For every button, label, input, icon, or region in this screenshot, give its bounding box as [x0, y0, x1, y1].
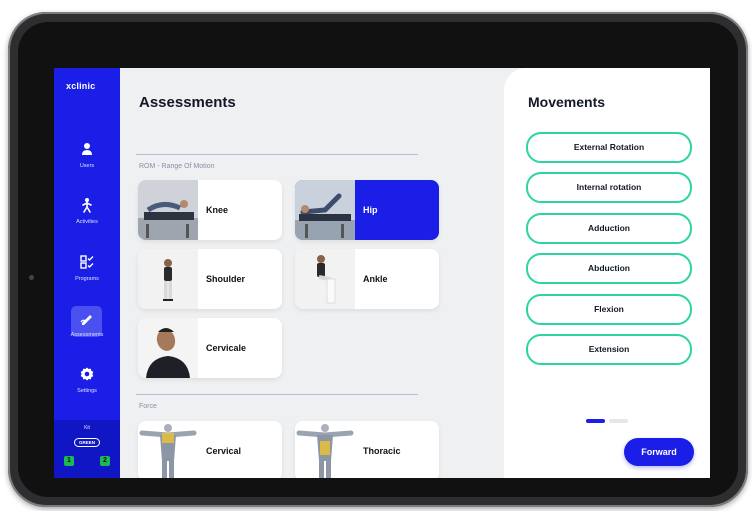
forward-button[interactable]: Forward: [624, 438, 694, 466]
movement-internal-rotation[interactable]: Internal rotation: [526, 172, 692, 203]
gear-icon: [80, 367, 94, 381]
brand-logo: xclinic: [66, 81, 96, 91]
section-title-rom: ROM - Range Of Motion: [139, 163, 215, 170]
card-label: Knee: [206, 205, 229, 215]
card-hip[interactable]: Hip: [295, 180, 439, 240]
movement-extension[interactable]: Extension: [526, 334, 692, 365]
page-indicator-active[interactable]: [586, 419, 605, 423]
sidebar-item-label: Users: [79, 163, 95, 169]
kit-device-2[interactable]: 2: [100, 456, 110, 466]
cervical-thumbnail: [138, 421, 198, 478]
movement-adduction[interactable]: Adduction: [526, 213, 692, 244]
app-screen: xclinic Users Activities Programs Assess…: [54, 68, 710, 478]
assessments-icon: [80, 315, 92, 325]
movement-external-rotation[interactable]: External Rotation: [526, 132, 692, 163]
movement-flexion[interactable]: Flexion: [526, 294, 692, 325]
kit-title: Kit: [84, 425, 90, 431]
sidebar-item-settings[interactable]: Settings: [54, 366, 120, 416]
tablet-frame: xclinic Users Activities Programs Assess…: [8, 12, 748, 507]
thoracic-thumbnail: [295, 421, 355, 478]
sidebar-item-activities[interactable]: Activities: [54, 197, 120, 247]
card-label: Cervical: [206, 446, 242, 456]
card-label: Shoulder: [206, 274, 246, 284]
card-cervicale[interactable]: Cervicale: [138, 318, 282, 378]
sidebar: xclinic Users Activities Programs Assess…: [54, 68, 120, 478]
movement-abduction[interactable]: Abduction: [526, 253, 692, 284]
shoulder-thumbnail: [138, 249, 198, 309]
kit-badge: GREEN: [73, 438, 100, 447]
card-ankle[interactable]: Ankle: [295, 249, 439, 309]
sidebar-item-label: Activities: [76, 219, 98, 225]
card-shoulder[interactable]: Shoulder: [138, 249, 282, 309]
card-label: Hip: [363, 205, 378, 215]
user-icon: [82, 143, 92, 155]
movements-panel: Movements External Rotation Internal rot…: [504, 68, 710, 478]
sidebar-item-label: Assessments: [70, 332, 104, 338]
cervicale-thumbnail: [138, 318, 198, 378]
card-label: Thoracic: [363, 446, 401, 456]
page-title: Assessments: [139, 94, 236, 111]
front-camera: [29, 275, 34, 280]
sidebar-item-assessments[interactable]: Assessments: [54, 306, 120, 360]
ankle-thumbnail: [295, 249, 355, 309]
card-thoracic[interactable]: Thoracic: [295, 421, 439, 478]
hip-thumbnail: [295, 180, 355, 240]
activities-icon: [82, 198, 92, 213]
kit-device-1[interactable]: 1: [64, 456, 74, 466]
sidebar-item-label: Settings: [77, 388, 97, 394]
sidebar-item-label: Programs: [75, 276, 99, 282]
kit-panel: Kit GREEN 1 2: [54, 420, 120, 478]
card-label: Ankle: [363, 274, 388, 284]
section-divider: [136, 394, 418, 395]
card-label: Cervicale: [206, 343, 247, 353]
card-cervical[interactable]: Cervical: [138, 421, 282, 478]
knee-thumbnail: [138, 180, 198, 240]
movements-title: Movements: [528, 94, 606, 110]
sidebar-item-users[interactable]: Users: [54, 141, 120, 191]
page-indicator-inactive[interactable]: [609, 419, 628, 423]
section-title-force: Force: [139, 403, 157, 410]
card-knee[interactable]: Knee: [138, 180, 282, 240]
programs-icon: [80, 255, 94, 269]
section-divider: [136, 154, 418, 155]
assessments-main: Assessments ROM - Range Of Motion Knee H…: [120, 68, 504, 478]
sidebar-item-programs[interactable]: Programs: [54, 254, 120, 304]
